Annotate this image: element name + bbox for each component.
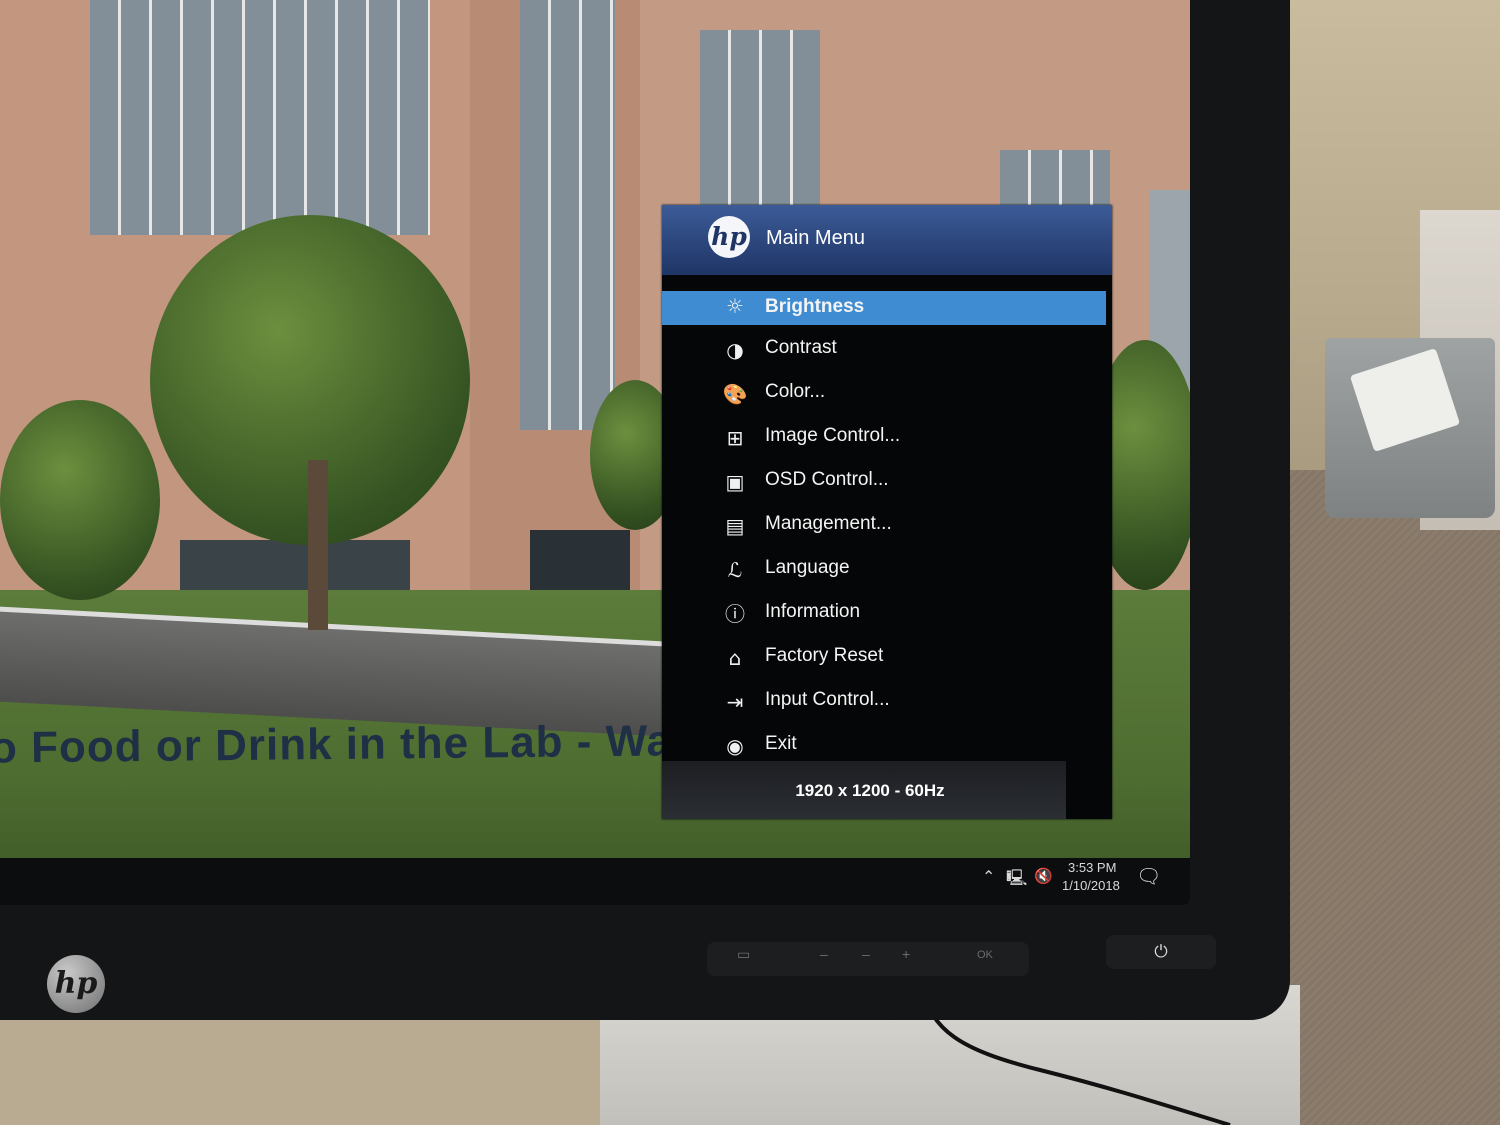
wallpaper-tree-left [0, 400, 160, 600]
osd-item-label: Brightness [765, 296, 865, 317]
network-icon[interactable]: 🖳 [1006, 867, 1027, 894]
osd-item-language[interactable]: ℒ Language [662, 553, 1106, 597]
osd-menu-list: ☼ Brightness ◑ Contrast 🎨 Color... ⊞ Image Cont… [662, 291, 1112, 773]
osd-item-image-control[interactable]: ⊞ Image Control... [662, 421, 1106, 465]
osd-item-input-control[interactable]: ⇥ Input Control... [662, 685, 1106, 729]
osd-item-contrast[interactable]: ◑ Contrast [662, 333, 1106, 377]
clock-date[interactable]: 1/10/2018 [1062, 878, 1120, 893]
clock-time[interactable]: 3:53 PM [1068, 860, 1116, 875]
osd-item-label: Language [765, 557, 850, 578]
menu-button-icon[interactable]: ▭ [737, 946, 750, 963]
osd-item-label: OSD Control... [765, 469, 889, 490]
osd-main-menu: hp Main Menu ☼ Brightness ◑ Contrast 🎨 Color.… [662, 205, 1112, 819]
taskbar: ⌃ 🖳 🔇 3:53 PM 1/10/2018 🗨 [0, 858, 1190, 905]
osd-item-label: Factory Reset [765, 645, 884, 666]
factory-icon: ⌂ [728, 646, 742, 670]
language-icon: ℒ [727, 558, 743, 582]
hp-logo-icon: hp [708, 216, 750, 258]
osd-footer: 1920 x 1200 - 60Hz [662, 761, 1066, 819]
sun-icon: ☼ [726, 294, 744, 318]
hp-bezel-logo: hp [47, 955, 105, 1013]
osd-item-information[interactable]: ⓘ Information [662, 597, 1106, 641]
wallpaper-windows-right [700, 30, 820, 210]
palette-icon: 🎨 [722, 382, 748, 406]
wallpaper-tree-trunk [308, 460, 328, 630]
exit-icon: ◉ [726, 734, 744, 758]
osd-item-osd-control[interactable]: ▣ OSD Control... [662, 465, 1106, 509]
contrast-icon: ◑ [726, 338, 744, 362]
plus-button[interactable]: + [902, 946, 910, 962]
osd-item-label: Exit [765, 733, 797, 754]
osd-item-label: Input Control... [765, 689, 890, 710]
input-control-icon: ⇥ [726, 690, 744, 714]
minus-button-2[interactable]: – [862, 946, 870, 962]
minus-button[interactable]: – [820, 946, 828, 962]
osd-item-label: Image Control... [765, 425, 901, 446]
osd-item-label: Management... [765, 513, 892, 534]
osd-item-management[interactable]: ▤ Management... [662, 509, 1106, 553]
management-icon: ▤ [725, 514, 745, 538]
bezel-button-strip: ▭ – – + OK [707, 942, 1029, 976]
power-button[interactable]: ⏻ [1106, 935, 1216, 969]
notification-icon[interactable]: 🗨 [1136, 864, 1161, 889]
osd-header: hp Main Menu [662, 205, 1112, 275]
monitor-screen: o Food or Drink in the Lab - Wa ⌃ 🖳 🔇 3:… [0, 0, 1190, 905]
information-icon: ⓘ [725, 602, 745, 626]
osd-item-label: Information [765, 601, 861, 622]
wallpaper-caption: o Food or Drink in the Lab - Wa [0, 716, 673, 773]
osd-item-label: Contrast [765, 337, 837, 358]
osd-title: Main Menu [766, 227, 865, 249]
wallpaper-windows [90, 0, 430, 235]
image-control-icon: ⊞ [726, 426, 744, 450]
osd-item-color[interactable]: 🎨 Color... [662, 377, 1106, 421]
osd-resolution: 1920 x 1200 - 60Hz [795, 781, 945, 800]
wallpaper-windows-mid [520, 0, 615, 430]
osd-item-label: Color... [765, 381, 826, 402]
osd-item-factory-reset[interactable]: ⌂ Factory Reset [662, 641, 1106, 685]
monitor: o Food or Drink in the Lab - Wa ⌃ 🖳 🔇 3:… [0, 0, 1290, 1020]
volume-muted-icon[interactable]: 🔇 [1034, 867, 1053, 885]
osd-control-icon: ▣ [725, 470, 745, 494]
ok-button[interactable]: OK [977, 949, 993, 961]
chevron-up-icon[interactable]: ⌃ [982, 867, 995, 887]
osd-item-brightness[interactable]: ☼ Brightness [662, 291, 1106, 325]
